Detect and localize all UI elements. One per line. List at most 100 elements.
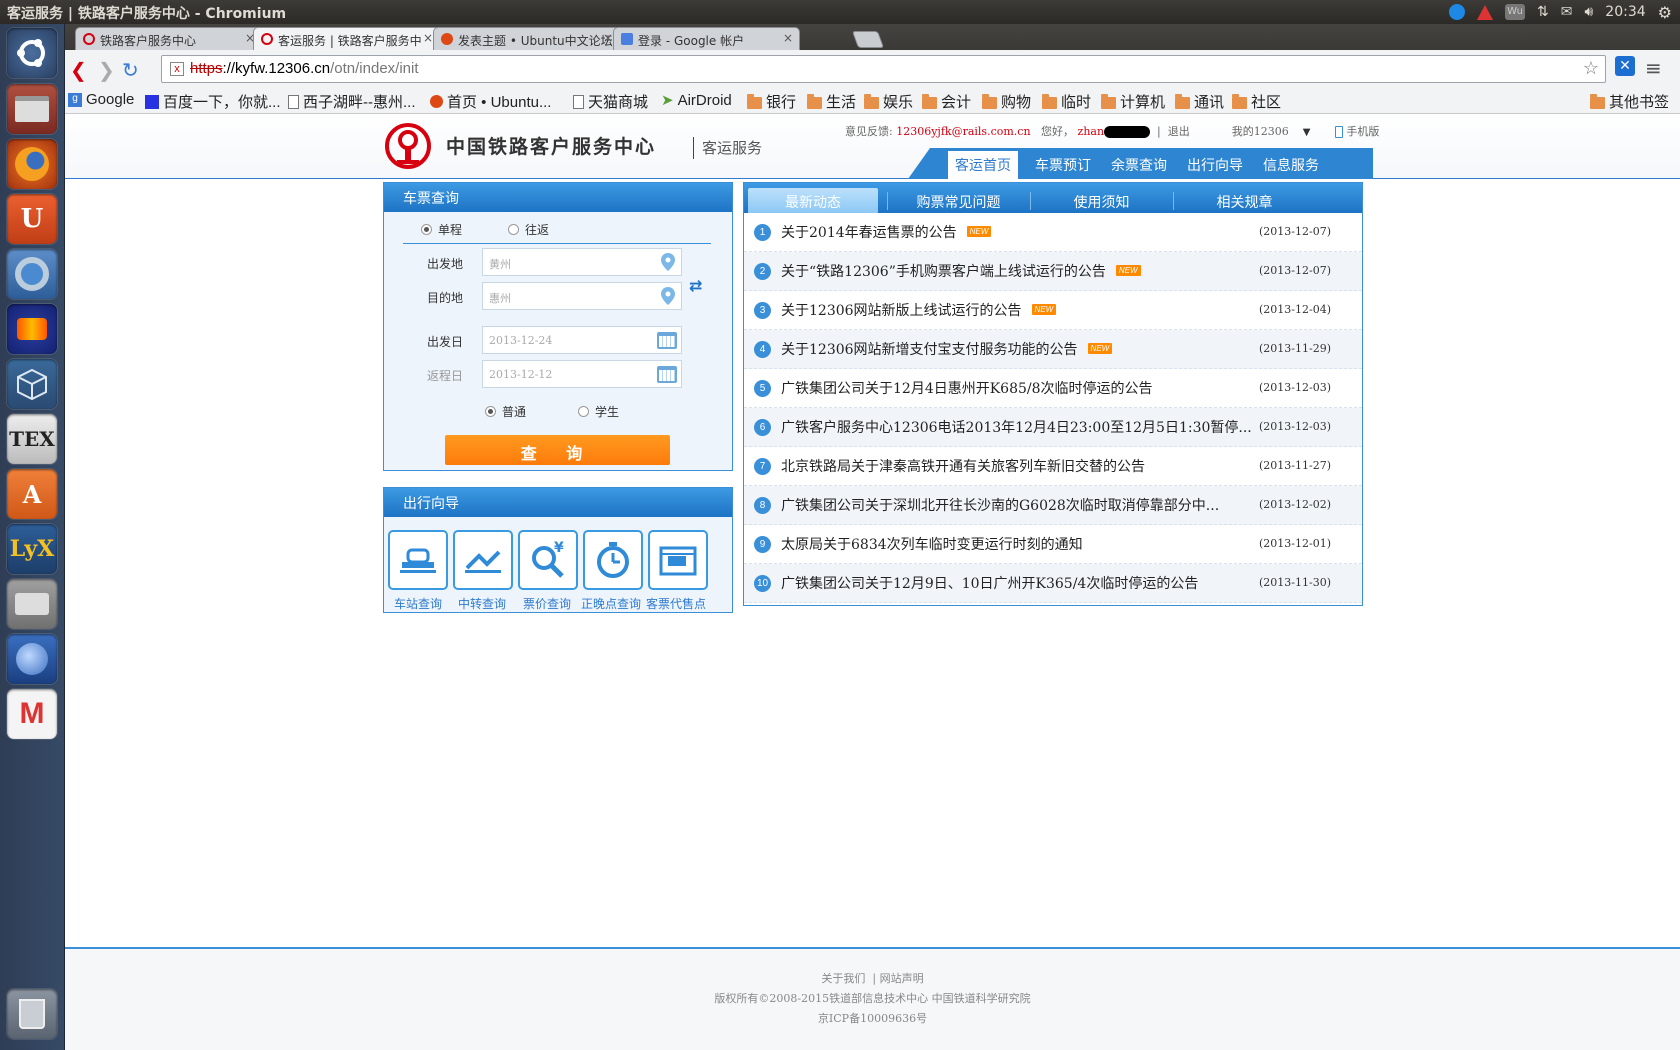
ticket-agency-icon[interactable] <box>648 530 708 590</box>
bookmark-star-icon[interactable]: ☆ <box>1583 58 1599 79</box>
tab-regulations[interactable]: 相关规章 <box>1173 188 1316 213</box>
volume-icon[interactable]: 🔊︎ <box>1584 4 1593 20</box>
china-railway-logo-icon[interactable] <box>385 123 431 169</box>
bookmark-ubuntu[interactable]: 首页 • Ubuntu... <box>430 91 551 112</box>
settings-gear-icon[interactable]: ⚙ <box>1658 3 1672 22</box>
audacity-icon[interactable] <box>7 304 57 354</box>
bookmark-folder-other[interactable]: 其他书签 <box>1590 91 1669 112</box>
news-row[interactable]: 8 广铁集团公司关于深圳北开往长沙南的G6028次临时取消停靠部分中... (201… <box>744 486 1362 525</box>
bookmark-folder-temp[interactable]: 临时 <box>1042 91 1091 112</box>
news-row[interactable]: 7 北京铁路局关于津秦高铁开通有关旅客列车新旧交替的公告 (2013-11-27) <box>744 447 1362 486</box>
location-pin-icon[interactable] <box>661 287 675 305</box>
bookmark-folder-life[interactable]: 生活 <box>807 91 856 112</box>
radio-round-trip[interactable]: 往返 <box>508 221 549 238</box>
skype-icon[interactable] <box>1449 4 1465 20</box>
location-pin-icon[interactable] <box>661 253 675 271</box>
news-row[interactable]: 10 广铁集团公司关于12月9日、10日广州开K365/4次临时停运的公告 (201… <box>744 564 1362 603</box>
bookmark-xizi[interactable]: 西子湖畔--惠州... <box>288 91 416 112</box>
fare-query-icon[interactable]: ¥ <box>518 530 578 590</box>
news-row[interactable]: 5 广铁集团公司关于12月4日惠州开K685/8次临时停运的公告 (2013-12-… <box>744 369 1362 408</box>
texmaker-icon[interactable]: TEX <box>7 414 57 464</box>
scanner-icon[interactable] <box>7 579 57 629</box>
tab-google-login[interactable]: 登录 - Google 帐户 × <box>613 27 800 50</box>
station-query-label[interactable]: 车站查询 <box>384 595 452 612</box>
radio-one-way[interactable]: 单程 <box>421 221 462 238</box>
news-title-link[interactable]: 关于“铁路12306”手机购票客户端上线试运行的公告 NEW <box>781 261 1141 281</box>
extension-icon[interactable]: ✕ <box>1615 56 1635 76</box>
transfer-query-label[interactable]: 中转查询 <box>448 595 516 612</box>
tab-passenger-service[interactable]: 客运服务 | 铁路客户服务中 × <box>253 27 440 50</box>
close-tab-icon[interactable]: × <box>603 31 613 45</box>
ubuntu-dash-icon[interactable] <box>7 28 57 78</box>
bookmark-baidu[interactable]: 百度一下，你就... <box>145 91 281 112</box>
tab-railway-service[interactable]: 铁路客户服务中心 × <box>75 27 262 50</box>
ticket-agency-label[interactable]: 客票代售点 <box>642 595 710 612</box>
news-title-link[interactable]: 广铁集团公司关于深圳北开往长沙南的G6028次临时取消停靠部分中... <box>781 495 1219 515</box>
news-title-link[interactable]: 关于2014年春运售票的公告 NEW <box>781 222 992 242</box>
close-tab-icon[interactable]: × <box>783 31 793 45</box>
mobile-version-link[interactable]: 手机版 <box>1346 125 1379 138</box>
software-center-icon[interactable]: A <box>7 469 57 519</box>
depart-date-input[interactable]: 2013-12-24 <box>482 326 682 354</box>
mail-icon[interactable]: ✉ <box>1561 4 1573 20</box>
bookmark-folder-shopping[interactable]: 购物 <box>982 91 1031 112</box>
my12306-link[interactable]: 我的12306 <box>1232 125 1289 138</box>
close-tab-icon[interactable]: × <box>423 31 433 45</box>
bookmark-folder-computer[interactable]: 计算机 <box>1101 91 1165 112</box>
nav-home[interactable]: 客运首页 <box>948 151 1018 179</box>
tab-ubuntu-forum[interactable]: 发表主题 • Ubuntu中文论坛 × <box>433 27 620 50</box>
from-station-input[interactable]: 黄州 <box>482 248 682 276</box>
warning-icon[interactable] <box>1477 4 1493 20</box>
news-title-link[interactable]: 广铁集团公司关于12月9日、10日广州开K365/4次临时停运的公告 <box>781 573 1198 593</box>
new-tab-button[interactable] <box>851 31 885 48</box>
chromium-icon[interactable] <box>7 249 57 299</box>
radio-adult[interactable]: 普通 <box>485 403 526 420</box>
file-manager-icon[interactable] <box>7 84 57 134</box>
virtualbox-icon[interactable] <box>7 359 57 409</box>
news-title-link[interactable]: 关于12306网站新版上线试运行的公告 NEW <box>781 300 1057 320</box>
tab-faq[interactable]: 购票常见问题 <box>887 188 1030 213</box>
bookmark-folder-accounting[interactable]: 会计 <box>922 91 971 112</box>
statement-link[interactable]: 网站声明 <box>880 972 924 985</box>
nav-remaining-tickets[interactable]: 余票查询 <box>1111 155 1167 175</box>
bookmark-folder-bank[interactable]: 银行 <box>747 91 796 112</box>
news-row[interactable]: 3 关于12306网站新版上线试运行的公告 NEW (2013-12-04) <box>744 291 1362 330</box>
news-title-link[interactable]: 关于12306网站新增支付宝支付服务功能的公告 NEW <box>781 339 1113 359</box>
clock[interactable]: 20:34 <box>1605 4 1645 20</box>
ubuntu-one-icon[interactable]: U <box>7 194 57 244</box>
wu-icon[interactable]: Wu <box>1505 4 1525 20</box>
nav-info-service[interactable]: 信息服务 <box>1263 155 1319 175</box>
reload-icon[interactable]: ↻ <box>122 58 139 82</box>
bookmark-airdroid[interactable]: ➤ AirDroid <box>661 91 732 110</box>
forward-icon[interactable]: ❯ <box>98 58 115 82</box>
nav-booking[interactable]: 车票预订 <box>1035 155 1091 175</box>
return-date-input[interactable]: 2013-12-12 <box>482 360 682 388</box>
tab-latest-news[interactable]: 最新动态 <box>748 188 878 213</box>
tab-usage-notes[interactable]: 使用须知 <box>1030 188 1173 213</box>
fare-query-label[interactable]: 票价查询 <box>513 595 581 612</box>
username-link[interactable]: zhan <box>1078 125 1105 138</box>
calendar-icon[interactable] <box>657 332 677 349</box>
bookmark-google[interactable]: g Google <box>68 91 134 108</box>
feedback-email-link[interactable]: 12306yjfk@rails.com.cn <box>896 125 1030 138</box>
menu-icon[interactable]: ≡ <box>1645 56 1662 80</box>
news-title-link[interactable]: 北京铁路局关于津秦高铁开通有关旅客列车新旧交替的公告 <box>781 456 1145 476</box>
transfer-query-icon[interactable] <box>453 530 513 590</box>
query-button[interactable]: 查 询 <box>445 435 670 465</box>
news-row[interactable]: 2 关于“铁路12306”手机购票客户端上线试运行的公告 NEW (2013-12-0… <box>744 252 1362 291</box>
site-brand[interactable]: 中国铁路客户服务中心 <box>446 132 656 159</box>
lyx-icon[interactable]: LyX <box>7 524 57 574</box>
logout-link[interactable]: 退出 <box>1168 125 1190 138</box>
swap-stations-icon[interactable]: ⇄ <box>689 276 702 295</box>
trash-icon[interactable] <box>7 989 57 1039</box>
address-bar[interactable]: x https://kyfw.12306.cn/otn/index/init ☆ <box>161 55 1606 83</box>
to-station-input[interactable]: 惠州 <box>482 282 682 310</box>
punctuality-query-icon[interactable] <box>583 530 643 590</box>
news-row[interactable]: 1 关于2014年春运售票的公告 NEW (2013-12-07) <box>744 213 1362 252</box>
news-title-link[interactable]: 太原局关于6834次列车临时变更运行时刻的通知 <box>781 534 1083 554</box>
bookmark-folder-community[interactable]: 社区 <box>1232 91 1281 112</box>
nav-travel-guide[interactable]: 出行向导 <box>1187 155 1243 175</box>
bookmark-tmall[interactable]: 天猫商城 <box>573 91 648 112</box>
thunderbird-icon[interactable] <box>7 634 57 684</box>
bookmark-folder-entertainment[interactable]: 娱乐 <box>864 91 913 112</box>
